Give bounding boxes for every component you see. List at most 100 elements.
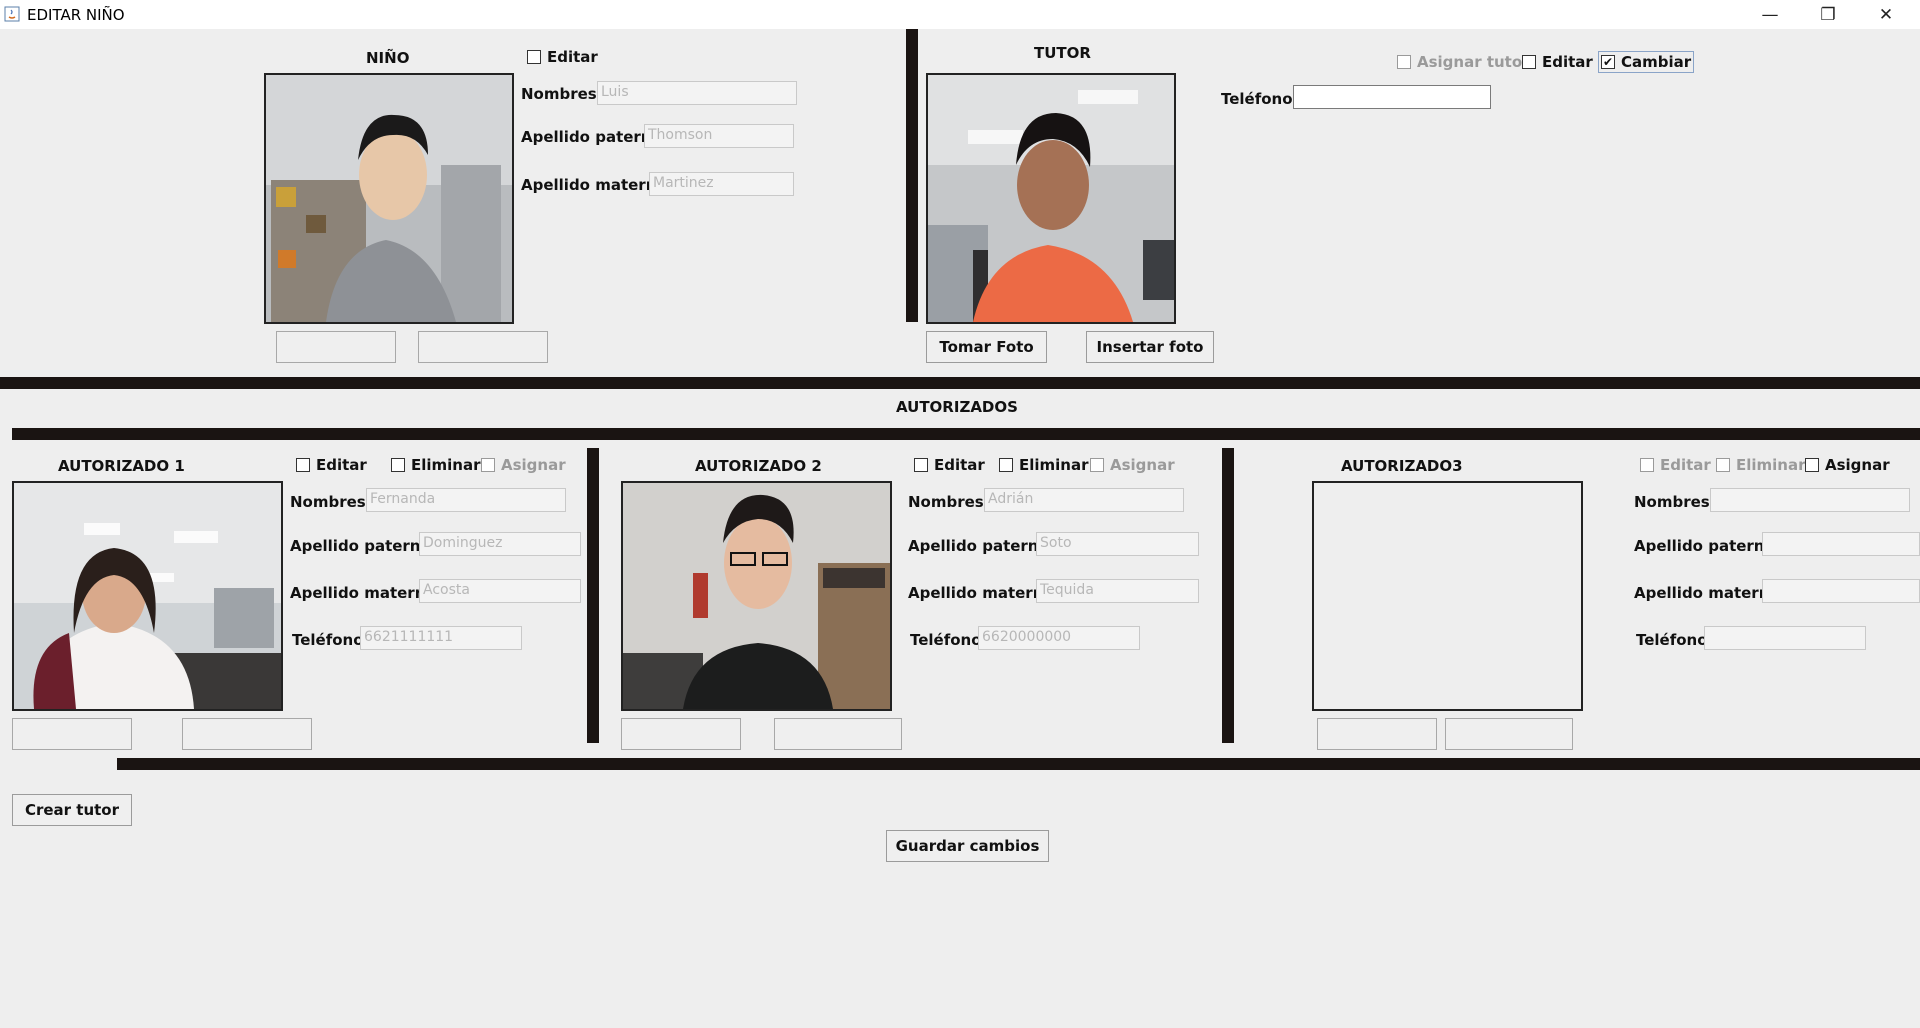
nino-heading: NIÑO: [366, 49, 410, 67]
autorizado1-asignar-checkbox[interactable]: Asignar: [481, 456, 566, 474]
autorizado3-materno-field[interactable]: [1762, 579, 1920, 603]
autorizado1-eliminar-checkbox[interactable]: Eliminar: [391, 456, 481, 474]
nino-nombres-label: Nombres:: [521, 85, 603, 103]
checkmark-icon: ✔: [1601, 55, 1615, 69]
autorizado1-edit-checkbox[interactable]: Editar: [296, 456, 367, 474]
autorizado3-take-photo-button[interactable]: [1317, 718, 1437, 750]
autorizado1-paterno-label: Apellido paterno:: [290, 537, 437, 555]
autorizado1-asignar-label: Asignar: [501, 456, 566, 474]
autorizado2-nombres-label: Nombres:: [908, 493, 990, 511]
maximize-button[interactable]: ❐: [1799, 0, 1857, 29]
tutor-edit-checkbox[interactable]: Editar: [1522, 53, 1593, 71]
close-icon: ✕: [1878, 4, 1894, 25]
autorizado1-edit-label: Editar: [316, 456, 367, 474]
autorizado3-nombres-label: Nombres:: [1634, 493, 1716, 511]
guardar-cambios-button[interactable]: Guardar cambios: [886, 830, 1049, 862]
tomar-foto-button[interactable]: Tomar Foto: [926, 331, 1047, 363]
tutor-cambiar-label: Cambiar: [1621, 53, 1692, 71]
nino-materno-field[interactable]: Martinez: [649, 172, 794, 196]
nino-photo: [264, 73, 514, 324]
autorizado1-telefono-field[interactable]: 6621111111: [360, 626, 522, 650]
autorizado3-photo-empty: [1312, 481, 1583, 711]
autorizado2-insert-photo-button[interactable]: [774, 718, 902, 750]
insertar-foto-button[interactable]: Insertar foto: [1086, 331, 1214, 363]
nino-paterno-field[interactable]: Thomson: [644, 124, 794, 148]
autorizado1-nombres-label: Nombres:: [290, 493, 372, 511]
autorizado2-paterno-field[interactable]: Soto: [1036, 532, 1199, 556]
autorizado2-take-photo-button[interactable]: [621, 718, 741, 750]
autorizado3-edit-checkbox[interactable]: Editar: [1640, 456, 1711, 474]
autorizado3-insert-photo-button[interactable]: [1445, 718, 1573, 750]
autorizado2-telefono-field[interactable]: 6620000000: [978, 626, 1140, 650]
autorizado3-telefono-label: Teléfono:: [1636, 631, 1714, 649]
autorizado1-materno-field[interactable]: Acosta: [419, 579, 581, 603]
autorizado3-paterno-field[interactable]: [1762, 532, 1920, 556]
tutor-telefono-field[interactable]: [1293, 85, 1491, 109]
autorizado1-paterno-field[interactable]: Dominguez: [419, 532, 581, 556]
checkbox-icon: [1522, 55, 1536, 69]
autorizado3-paterno-label: Apellido paterno:: [1634, 537, 1781, 555]
asignar-tutor-checkbox[interactable]: Asignar tutor: [1397, 53, 1530, 71]
autorizado2-edit-label: Editar: [934, 456, 985, 474]
autorizado2-heading: AUTORIZADO 2: [695, 457, 822, 475]
autorizado2-edit-checkbox[interactable]: Editar: [914, 456, 985, 474]
close-button[interactable]: ✕: [1857, 0, 1915, 29]
nino-take-photo-button[interactable]: [276, 331, 396, 363]
autorizado3-asignar-checkbox[interactable]: Asignar: [1805, 456, 1890, 474]
restore-icon: ❐: [1820, 4, 1836, 25]
divider-vertical: [906, 29, 918, 322]
autorizado3-nombres-field[interactable]: [1710, 488, 1910, 512]
checkbox-icon: [914, 458, 928, 472]
checkbox-icon: [527, 50, 541, 64]
autorizado1-photo: [12, 481, 283, 711]
autorizado3-heading: AUTORIZADO3: [1341, 457, 1463, 475]
nino-edit-label: Editar: [547, 48, 598, 66]
checkbox-icon: [481, 458, 495, 472]
checkbox-icon: [1397, 55, 1411, 69]
tutor-telefono-label: Teléfono:: [1221, 90, 1299, 108]
autorizado2-materno-field[interactable]: Tequida: [1036, 579, 1199, 603]
nino-nombres-field[interactable]: Luis: [597, 81, 797, 105]
autorizado1-telefono-label: Teléfono:: [292, 631, 370, 649]
checkbox-icon: [1716, 458, 1730, 472]
autorizado1-heading: AUTORIZADO 1: [58, 457, 185, 475]
tutor-photo: [926, 73, 1176, 324]
divider-horizontal-bottom: [117, 758, 1920, 770]
divider-autorizados: [12, 428, 1920, 440]
autorizado2-nombres-field[interactable]: Adrián: [984, 488, 1184, 512]
tutor-heading: TUTOR: [1034, 44, 1091, 62]
autorizado2-eliminar-checkbox[interactable]: Eliminar: [999, 456, 1089, 474]
checkbox-icon: [296, 458, 310, 472]
autorizado3-eliminar-label: Eliminar: [1736, 456, 1806, 474]
tutor-cambiar-checkbox[interactable]: ✔ Cambiar: [1598, 51, 1695, 73]
window-title: EDITAR NIÑO: [27, 6, 125, 24]
nino-insert-photo-button[interactable]: [418, 331, 548, 363]
checkbox-icon: [999, 458, 1013, 472]
java-app-icon: [4, 6, 20, 22]
autorizado3-asignar-label: Asignar: [1825, 456, 1890, 474]
autorizado2-telefono-label: Teléfono:: [910, 631, 988, 649]
autorizado2-eliminar-label: Eliminar: [1019, 456, 1089, 474]
checkbox-icon: [1805, 458, 1819, 472]
divider-vertical-2: [1222, 448, 1234, 743]
divider-horizontal-top: [0, 377, 1920, 389]
asignar-tutor-label: Asignar tutor: [1417, 53, 1530, 71]
autorizado2-asignar-label: Asignar: [1110, 456, 1175, 474]
autorizado3-telefono-field[interactable]: [1704, 626, 1866, 650]
autorizados-heading: AUTORIZADOS: [896, 398, 1018, 416]
crear-tutor-button[interactable]: Crear tutor: [12, 794, 132, 826]
minimize-button[interactable]: —: [1741, 0, 1799, 29]
tutor-edit-label: Editar: [1542, 53, 1593, 71]
autorizado3-edit-label: Editar: [1660, 456, 1711, 474]
autorizado1-nombres-field[interactable]: Fernanda: [366, 488, 566, 512]
autorizado2-photo: [621, 481, 892, 711]
autorizado3-eliminar-checkbox[interactable]: Eliminar: [1716, 456, 1806, 474]
autorizado1-take-photo-button[interactable]: [12, 718, 132, 750]
divider-vertical-1: [587, 448, 599, 743]
autorizado2-asignar-checkbox[interactable]: Asignar: [1090, 456, 1175, 474]
autorizado1-eliminar-label: Eliminar: [411, 456, 481, 474]
checkbox-icon: [1090, 458, 1104, 472]
autorizado2-paterno-label: Apellido paterno:: [908, 537, 1055, 555]
autorizado1-insert-photo-button[interactable]: [182, 718, 312, 750]
nino-edit-checkbox[interactable]: Editar: [527, 48, 598, 66]
